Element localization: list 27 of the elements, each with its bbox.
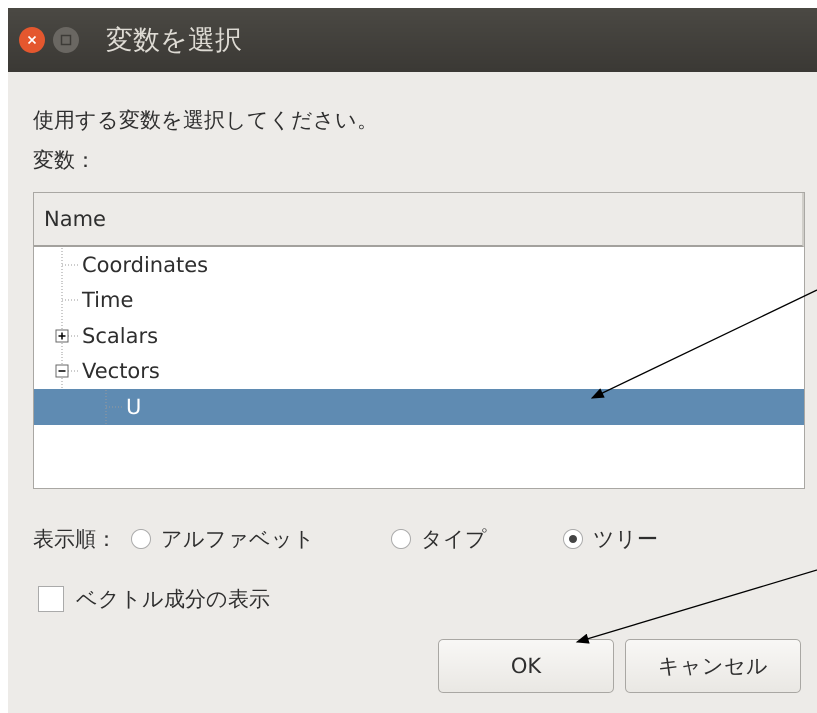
tree-connector [62, 354, 80, 388]
tree-item[interactable]: Vectors [34, 354, 804, 389]
tree-connector [106, 390, 124, 424]
tree-item[interactable]: Coordinates [34, 247, 804, 282]
prompt-text: 使用する変数を選択してください。 [33, 107, 379, 134]
expand-icon[interactable] [56, 329, 68, 342]
radio-label[interactable]: アルファベット [161, 525, 315, 553]
radio-label[interactable]: タイプ [421, 525, 487, 553]
radio-button[interactable] [391, 529, 411, 549]
close-icon[interactable] [18, 26, 46, 54]
ok-button[interactable]: OK [438, 639, 614, 693]
sort-order-label: 表示順： [33, 526, 117, 553]
tree-item[interactable]: U [34, 389, 804, 424]
column-header[interactable]: Name [34, 193, 804, 247]
tree-item[interactable]: Time [34, 282, 804, 318]
radio-button[interactable] [563, 529, 583, 549]
tree-connector [62, 248, 80, 282]
checkbox[interactable] [38, 586, 64, 612]
tree-connector [62, 283, 80, 318]
radio-button[interactable] [131, 529, 151, 549]
checkbox-label[interactable]: ベクトル成分の表示 [76, 579, 270, 619]
variables-label: 変数： [33, 147, 97, 174]
window-title: 変数を選択 [106, 24, 242, 58]
tree-item[interactable]: Scalars [34, 318, 804, 354]
radio-label[interactable]: ツリー [593, 525, 658, 553]
cancel-button[interactable]: キャンセル [625, 639, 801, 693]
collapse-icon[interactable] [56, 364, 68, 378]
